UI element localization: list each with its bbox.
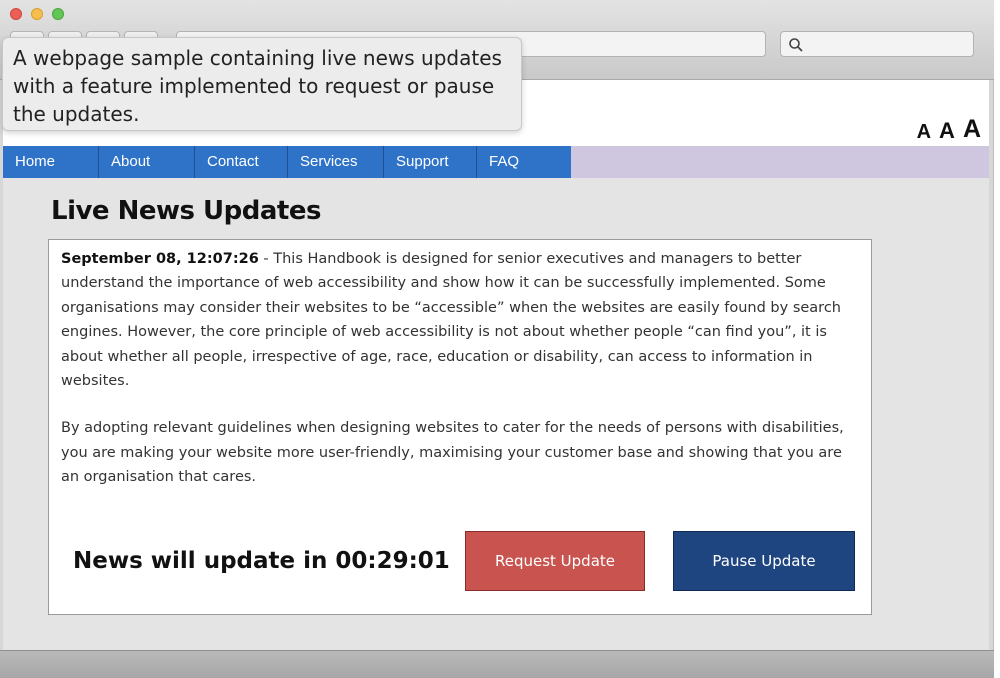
search-icon [789,38,803,52]
nav-item-contact[interactable]: Contact [195,146,288,178]
update-countdown: News will update in 00:29:01 [73,548,450,574]
news-content: September 08, 12:07:26 - This Handbook i… [61,247,861,513]
news-paragraph-2: By adopting relevant guidelines when des… [61,420,844,486]
nav-item-services[interactable]: Services [288,146,384,178]
description-tooltip: A webpage sample containing live news up… [2,37,522,131]
nav-item-faq[interactable]: FAQ [477,146,571,178]
zoom-window-button[interactable] [52,8,64,20]
minimize-window-button[interactable] [31,8,43,20]
news-paragraph-1: September 08, 12:07:26 - This Handbook i… [61,247,861,393]
font-size-controls: A A A [917,116,981,143]
nav-item-about[interactable]: About [99,146,195,178]
news-panel: September 08, 12:07:26 - This Handbook i… [48,239,872,615]
browser-status-bar [0,650,994,678]
web-page: A A A Home About Contact Services Suppor… [3,80,989,650]
search-field[interactable] [780,31,974,57]
font-size-small-button[interactable]: A [917,122,931,142]
main-navigation: Home About Contact Services Support FAQ [3,146,989,178]
news-timestamp: September 08, 12:07:26 [61,251,259,267]
nav-item-support[interactable]: Support [384,146,477,178]
nav-item-home[interactable]: Home [3,146,99,178]
page-title: Live News Updates [51,196,321,226]
close-window-button[interactable] [10,8,22,20]
pause-update-button[interactable]: Pause Update [673,531,855,591]
news-paragraph-1-text: - This Handbook is designed for senior e… [61,251,841,390]
request-update-button[interactable]: Request Update [465,531,645,591]
font-size-large-button[interactable]: A [963,117,981,142]
font-size-medium-button[interactable]: A [939,120,955,142]
nav-menu: Home About Contact Services Support FAQ [3,146,571,178]
browser-window: A webpage sample containing live news up… [0,0,994,678]
